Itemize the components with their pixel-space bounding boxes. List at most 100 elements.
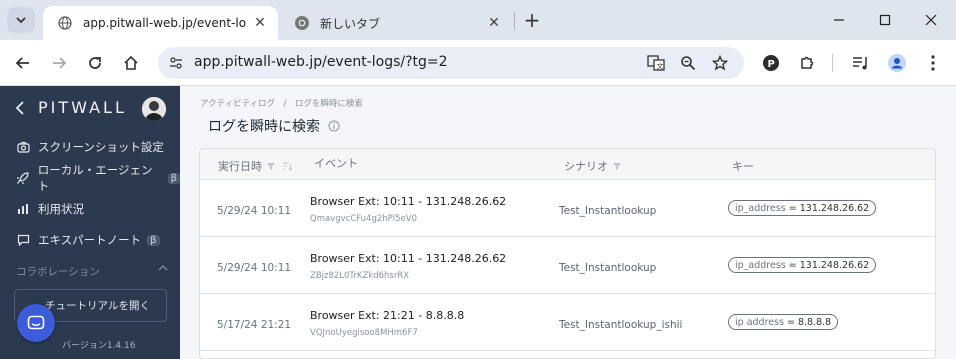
- arrow-left-icon: [15, 57, 29, 69]
- key-chip[interactable]: ip address = 8.8.8.8: [728, 314, 839, 330]
- maximize-icon: [879, 14, 891, 26]
- filter-icon[interactable]: [612, 161, 622, 171]
- cell-event: Browser Ext: 10:11 - 131.248.26.62: [310, 252, 507, 265]
- new-tab-button[interactable]: +: [520, 8, 544, 32]
- page-title: ログを瞬時に検索: [208, 116, 340, 136]
- zoom-icon[interactable]: [678, 53, 698, 73]
- chevron-left-icon[interactable]: [15, 101, 25, 115]
- main-content: アクティビティログ / ログを瞬時に検索 ログを瞬時に検索 実行日時 イベント …: [180, 86, 956, 359]
- playlist-music-icon: [853, 57, 867, 70]
- home-button[interactable]: [116, 48, 146, 78]
- maximize-button[interactable]: [864, 6, 906, 34]
- profile-button[interactable]: [882, 48, 912, 78]
- more-vertical-icon: [931, 55, 935, 71]
- sidebar-header: PITWALL: [0, 86, 180, 132]
- cell-event-id: QmavgvcCFu4g2hPl5eV0: [310, 214, 418, 224]
- user-photo-icon: [142, 97, 166, 121]
- chat-launcher-button[interactable]: [17, 304, 55, 342]
- tab-search-button[interactable]: [7, 7, 35, 33]
- media-control-button[interactable]: [846, 48, 876, 78]
- close-icon[interactable]: ✕: [486, 15, 502, 31]
- back-button[interactable]: [8, 48, 38, 78]
- reload-icon: [89, 57, 101, 69]
- sidebar-item-label: エキスパートノート: [38, 233, 142, 247]
- sidebar: PITWALL スクリーンショット設定 ローカル・エージェント β 利用状況 エ…: [0, 86, 180, 359]
- sort-icon[interactable]: [282, 161, 292, 171]
- key-name: ip_address: [735, 259, 786, 271]
- extension-p-button[interactable]: P: [756, 48, 786, 78]
- translate-icon[interactable]: 文: [646, 53, 666, 73]
- table-row[interactable]: 5/29/24 10:11 Browser Ext: 10:11 - 131.2…: [200, 237, 935, 294]
- tab-title: app.pitwall-web.jp/event-logs/?: [83, 16, 246, 30]
- arrow-right-icon: [53, 57, 67, 69]
- breadcrumb: アクティビティログ / ログを瞬時に検索: [200, 99, 363, 109]
- key-name: ip_address: [735, 202, 786, 214]
- cell-event-id: ZBjz82L0TrKZkd6hsrRX: [310, 271, 410, 281]
- key-value: = 8.8.8.8: [787, 316, 832, 328]
- window-close-button[interactable]: [910, 6, 952, 34]
- globe-icon: [57, 15, 73, 31]
- sidebar-item-label: 利用状況: [38, 202, 84, 216]
- close-icon: [925, 14, 937, 26]
- chrome-icon: [294, 15, 310, 31]
- key-chip[interactable]: ip_address = 131.248.26.62: [728, 257, 877, 273]
- minimize-icon: [834, 19, 844, 21]
- info-icon[interactable]: [328, 120, 340, 132]
- table-header: 実行日時 イベント シナリオ キー: [200, 149, 935, 180]
- tab-separator: [514, 12, 515, 30]
- url-text: app.pitwall-web.jp/event-logs/?tg=2: [194, 54, 448, 70]
- key-value: = 131.248.26.62: [788, 202, 870, 214]
- sidebar-section-collaboration[interactable]: コラボレーション: [16, 264, 168, 279]
- avatar[interactable]: [142, 97, 166, 121]
- puzzle-icon: [801, 56, 814, 69]
- column-header-key: キー: [732, 160, 754, 173]
- section-label: コラボレーション: [16, 266, 100, 278]
- sidebar-item-label: ローカル・エージェント: [37, 163, 153, 193]
- tab-strip: app.pitwall-web.jp/event-logs/? ✕ 新しいタブ …: [0, 0, 956, 40]
- column-header-scenario[interactable]: シナリオ: [564, 158, 622, 174]
- column-header-event: イベント: [314, 157, 358, 170]
- browser-toolbar: app.pitwall-web.jp/event-logs/?tg=2 文 P: [0, 40, 956, 86]
- sidebar-item-expert-note[interactable]: エキスパートノート β: [16, 230, 160, 250]
- toolbar-separator: [832, 54, 833, 72]
- camera-icon: [16, 140, 30, 154]
- address-bar[interactable]: app.pitwall-web.jp/event-logs/?tg=2 文: [158, 47, 744, 79]
- forward-button[interactable]: [44, 48, 74, 78]
- sidebar-item-usage[interactable]: 利用状況: [16, 199, 84, 219]
- tab-title: 新しいタブ: [320, 16, 381, 31]
- beta-badge: β: [147, 234, 160, 246]
- chevron-down-icon: [16, 17, 26, 24]
- table-row[interactable]: 5/29/24 10:11 Browser Ext: 10:11 - 131.2…: [200, 180, 935, 237]
- tab-new-tab[interactable]: 新しいタブ ✕: [280, 6, 512, 40]
- cell-event: Browser Ext: 21:21 - 8.8.8.8: [310, 309, 465, 322]
- sidebar-item-label: スクリーンショット設定: [38, 140, 164, 154]
- table-row[interactable]: 5/17/24 21:21 Browser Ext: 21:21 - 8.8.8…: [200, 294, 935, 351]
- event-log-table: 実行日時 イベント シナリオ キー 5/29/24 10:11 Browser …: [199, 148, 936, 359]
- sidebar-item-screenshot-settings[interactable]: スクリーンショット設定: [16, 137, 164, 157]
- site-info-icon[interactable]: [166, 53, 186, 73]
- key-name: ip address: [735, 316, 785, 328]
- pitwall-logo: PITWALL: [38, 98, 127, 117]
- extensions-button[interactable]: [792, 48, 822, 78]
- menu-button[interactable]: [918, 48, 948, 78]
- cell-date: 5/29/24 10:11: [217, 205, 292, 217]
- reload-button[interactable]: [80, 48, 110, 78]
- chat-icon: [16, 233, 30, 247]
- cell-event: Browser Ext: 10:11 - 131.248.26.62: [310, 195, 507, 208]
- cell-scenario: Test_Instantlookup: [559, 205, 657, 217]
- page-title-text: ログを瞬時に検索: [208, 119, 320, 135]
- key-chip[interactable]: ip_address = 131.248.26.62: [728, 200, 877, 216]
- tab-active[interactable]: app.pitwall-web.jp/event-logs/? ✕: [43, 6, 278, 40]
- filter-icon[interactable]: [266, 161, 276, 171]
- cell-date: 5/29/24 10:11: [217, 262, 292, 274]
- bookmark-star-icon[interactable]: [710, 53, 730, 73]
- bar-chart-icon: [16, 202, 30, 216]
- close-icon[interactable]: ✕: [252, 15, 268, 31]
- column-header-date[interactable]: 実行日時: [218, 158, 292, 174]
- minimize-button[interactable]: [818, 6, 860, 34]
- profile-avatar-icon: [888, 54, 906, 72]
- svg-text:P: P: [768, 59, 775, 70]
- sidebar-item-local-agent[interactable]: ローカル・エージェント β: [16, 163, 180, 193]
- key-value: = 131.248.26.62: [788, 259, 870, 271]
- cell-event-id: VQJnoUyegisoo8MHm6F7: [310, 328, 418, 338]
